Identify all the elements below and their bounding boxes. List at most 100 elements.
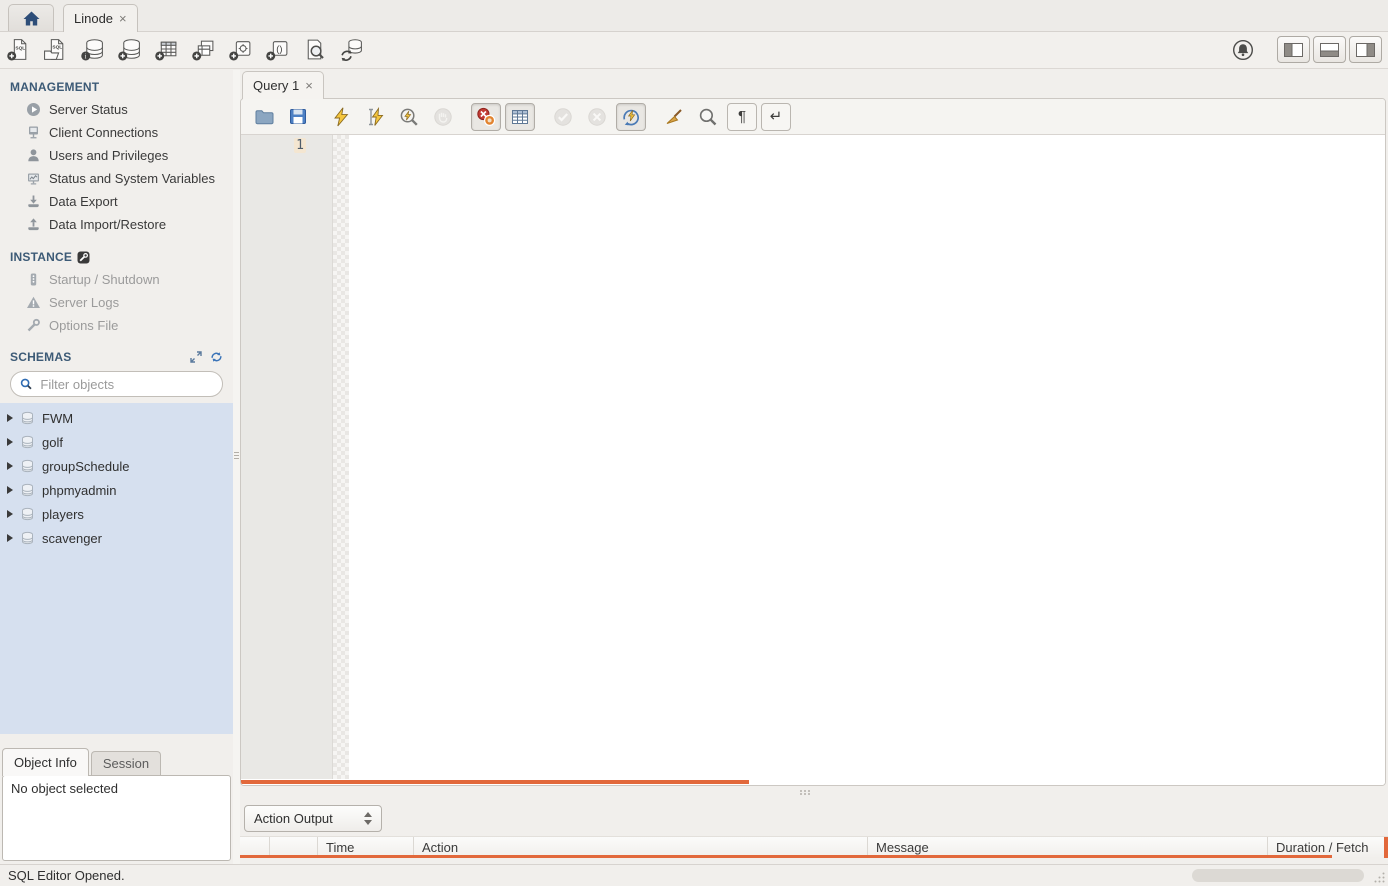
output-panel-selector[interactable]: Action Output xyxy=(244,805,382,832)
object-info-panel: No object selected xyxy=(2,775,231,861)
editor-hscrollbar-thumb[interactable] xyxy=(241,780,749,784)
window-resize-grip-icon[interactable] xyxy=(1374,872,1385,883)
open-sql-script-icon: SQL xyxy=(43,38,68,61)
rollback-button[interactable] xyxy=(582,103,612,131)
toggle-left-panel-icon xyxy=(1284,43,1303,57)
session-tab[interactable]: Session xyxy=(91,751,161,775)
stop-button[interactable] xyxy=(428,103,458,131)
output-vscrollbar-thumb[interactable] xyxy=(1384,837,1388,858)
combo-arrows-icon xyxy=(364,812,372,825)
home-icon xyxy=(22,10,41,27)
reconnect-dbms-icon xyxy=(339,38,364,61)
connection-tab-close-icon[interactable]: × xyxy=(119,12,127,25)
sidebar-splitter[interactable] xyxy=(233,70,240,864)
tree-expander-icon[interactable] xyxy=(7,438,13,446)
object-info-tab[interactable]: Object Info xyxy=(2,748,89,776)
options-file-icon xyxy=(26,318,41,333)
output-hscrollbar-thumb[interactable] xyxy=(240,855,1332,858)
output-header-row: Time Action Message Duration / Fetch xyxy=(240,836,1388,858)
sidebar-item-system-variables[interactable]: Status and System Variables xyxy=(0,167,233,190)
toggle-right-panel-button[interactable] xyxy=(1349,36,1382,63)
sidebar-item-server-status[interactable]: Server Status xyxy=(0,98,233,121)
data-export-icon xyxy=(26,194,41,209)
schema-inspector-button[interactable]: i xyxy=(74,34,111,66)
open-script-button[interactable] xyxy=(249,103,279,131)
create-schema-icon xyxy=(117,38,142,61)
beautify-button[interactable] xyxy=(659,103,689,131)
sidebar-item-client-connections[interactable]: Client Connections xyxy=(0,121,233,144)
schema-row-scavenger[interactable]: scavenger xyxy=(0,526,233,550)
sidebar-item-options-file[interactable]: Options File xyxy=(0,314,233,337)
toggle-autocommit-button[interactable] xyxy=(616,103,646,131)
query-tab-close-icon[interactable]: × xyxy=(305,79,313,92)
expand-panel-icon[interactable] xyxy=(190,351,202,363)
sidebar-item-users-privileges[interactable]: Users and Privileges xyxy=(0,144,233,167)
query-tab[interactable]: Query 1 × xyxy=(242,71,324,99)
schema-filter-input[interactable] xyxy=(38,376,213,393)
schema-row-phpmyadmin[interactable]: phpmyadmin xyxy=(0,478,233,502)
splitter-grip-icon xyxy=(234,452,239,459)
create-function-button[interactable]: () xyxy=(259,34,296,66)
server-status-icon xyxy=(26,102,41,117)
startup-shutdown-icon xyxy=(26,272,41,287)
stop-icon xyxy=(433,107,453,127)
home-tab[interactable] xyxy=(8,4,54,31)
tree-expander-icon[interactable] xyxy=(7,462,13,470)
sidebar-item-data-export[interactable]: Data Export xyxy=(0,190,233,213)
wrap-return-icon: ↵ xyxy=(770,109,783,124)
sidebar-item-startup-shutdown[interactable]: Startup / Shutdown xyxy=(0,268,233,291)
create-table-icon xyxy=(154,38,179,61)
create-table-button[interactable] xyxy=(148,34,185,66)
find-button[interactable] xyxy=(693,103,723,131)
toggle-wrap-button[interactable]: ↵ xyxy=(761,103,791,131)
sidebar-item-server-logs[interactable]: Server Logs xyxy=(0,291,233,314)
schema-row-fwm[interactable]: FWM xyxy=(0,406,233,430)
toggle-left-panel-button[interactable] xyxy=(1277,36,1310,63)
database-icon xyxy=(20,435,35,450)
explain-button[interactable] xyxy=(394,103,424,131)
execute-current-statement-button[interactable] xyxy=(360,103,390,131)
connection-tab[interactable]: Linode × xyxy=(63,4,138,32)
line-number-gutter: 1 xyxy=(241,135,333,779)
statusbar-hscrollbar-thumb[interactable] xyxy=(1192,869,1364,882)
commit-icon xyxy=(553,107,573,127)
reconnect-dbms-button[interactable] xyxy=(333,34,370,66)
sidebar-info-tabs: Object Info Session xyxy=(0,745,233,775)
toggle-bottom-panel-button[interactable] xyxy=(1313,36,1346,63)
schemas-section-header: SCHEMAS xyxy=(10,350,223,364)
tree-expander-icon[interactable] xyxy=(7,414,13,422)
sql-editor-body: 1 xyxy=(241,135,1385,779)
sidebar: MANAGEMENT Server Status Client Connecti… xyxy=(0,70,233,864)
search-table-data-button[interactable] xyxy=(296,34,333,66)
tree-expander-icon[interactable] xyxy=(7,534,13,542)
toggle-invisibles-button[interactable]: ¶ xyxy=(727,103,757,131)
execute-icon xyxy=(331,107,351,127)
schema-row-groupschedule[interactable]: groupSchedule xyxy=(0,454,233,478)
new-sql-tab-button[interactable]: SQL xyxy=(0,34,37,66)
svg-text:SQL: SQL xyxy=(52,44,62,50)
refresh-icon[interactable] xyxy=(210,351,223,363)
sidebar-item-data-import[interactable]: Data Import/Restore xyxy=(0,213,233,236)
tree-expander-icon[interactable] xyxy=(7,510,13,518)
client-connections-icon xyxy=(26,125,41,140)
toggle-continue-on-error-button[interactable] xyxy=(471,103,501,131)
schema-row-golf[interactable]: golf xyxy=(0,430,233,454)
output-splitter[interactable] xyxy=(240,786,1388,800)
execute-button[interactable] xyxy=(326,103,356,131)
sql-editor-input[interactable] xyxy=(349,135,1385,779)
create-procedure-button[interactable] xyxy=(222,34,259,66)
svg-text:(): () xyxy=(276,44,282,54)
save-script-button[interactable] xyxy=(283,103,313,131)
limit-rows-button[interactable] xyxy=(505,103,535,131)
commit-button[interactable] xyxy=(548,103,578,131)
tree-expander-icon[interactable] xyxy=(7,486,13,494)
mysql-workbench-window: Linode × SQL SQL i xyxy=(0,0,1388,886)
execute-current-statement-icon xyxy=(365,107,385,127)
create-view-button[interactable] xyxy=(185,34,222,66)
schema-row-players[interactable]: players xyxy=(0,502,233,526)
schema-filter-box xyxy=(10,371,223,397)
open-sql-script-button[interactable]: SQL xyxy=(37,34,74,66)
notifications-button[interactable] xyxy=(1226,35,1260,65)
data-import-icon xyxy=(26,217,41,232)
create-schema-button[interactable] xyxy=(111,34,148,66)
